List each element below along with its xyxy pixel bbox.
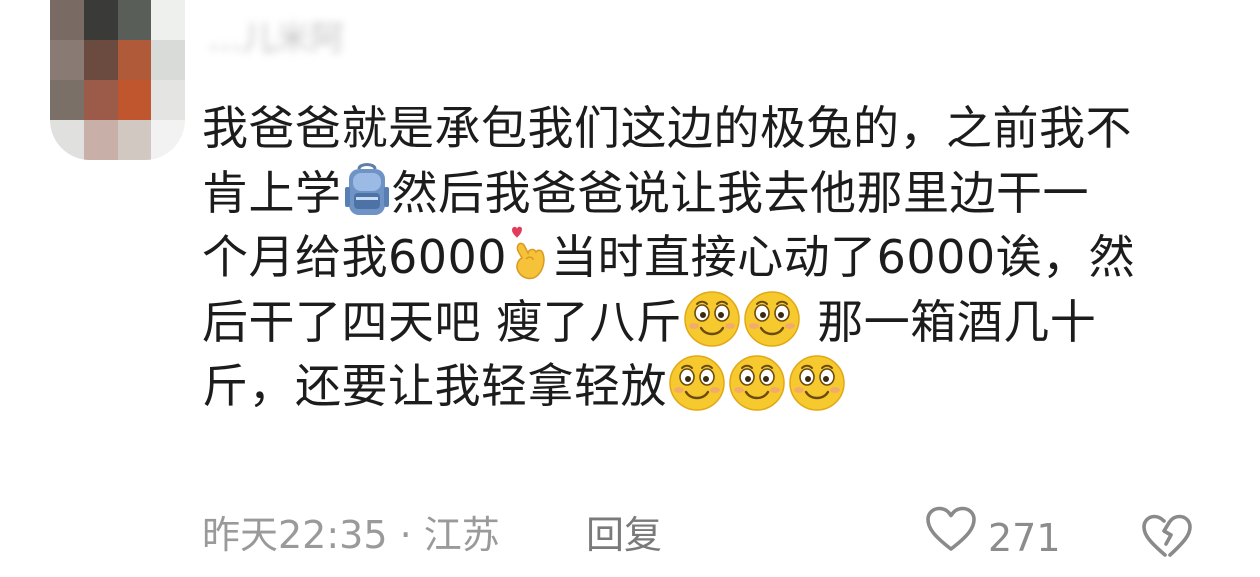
avatar-pixel	[83, 40, 118, 80]
comment-footer: 昨天22:35 · 江苏 回复 271	[202, 505, 1242, 565]
username[interactable]: …儿米阿	[208, 10, 418, 68]
avatar-pixel	[83, 80, 118, 120]
avatar-pixel	[117, 120, 152, 160]
avatar[interactable]	[50, 0, 185, 160]
smile-emoji	[728, 354, 786, 412]
avatar-pixel	[83, 0, 118, 40]
comment-text-segment: 肯上学	[202, 165, 342, 220]
smile-emoji	[743, 290, 801, 348]
smile-emoji	[788, 354, 846, 412]
avatar-pixel	[50, 40, 84, 80]
smile-emoji	[683, 290, 741, 348]
comment-text-segment: 后干了四天吧 瘦了八斤	[202, 294, 683, 349]
broken-heart-icon	[1140, 514, 1194, 568]
comment-text-segment: 斤，还要让我轻拿轻放	[202, 359, 667, 413]
comment-line: 斤，还要让我轻拿轻放	[202, 354, 1242, 419]
smile-emoji	[668, 354, 726, 412]
comment-location: 江苏	[423, 513, 500, 557]
comment-text[interactable]: 我爸爸就是承包我们这边的极兔的，之前我不 肯上学 然后我爸爸说让我去他那里边干一个…	[202, 96, 1242, 419]
avatar-pixel	[117, 40, 152, 80]
comment-line: 后干了四天吧 瘦了八斤 那一箱酒几十	[202, 290, 1242, 355]
comment-meta: 昨天22:35 · 江苏	[202, 505, 500, 565]
comment-text-segment: 那一箱酒几十	[802, 294, 1097, 349]
avatar-pixel	[83, 120, 118, 160]
avatar-pixel	[117, 80, 152, 120]
finger-heart-emoji	[508, 225, 550, 283]
meta-separator: ·	[387, 513, 424, 557]
avatar-pixel	[50, 80, 84, 120]
comment-text-segment: 当时直接心动了6000诶，然	[551, 230, 1136, 284]
comment-line: 我爸爸就是承包我们这边的极兔的，之前我不	[202, 96, 1242, 161]
heart-outline-icon	[924, 505, 978, 570]
dislike-button[interactable]	[1140, 513, 1194, 576]
reply-button[interactable]: 回复	[586, 505, 662, 565]
avatar-pixel	[151, 120, 185, 160]
avatar-pixel	[50, 120, 84, 160]
comment-text-segment: 个月给我6000	[202, 230, 508, 284]
comment-line: 个月给我6000 当时直接心动了6000诶，然	[202, 225, 1242, 290]
comment-time: 昨天22:35	[202, 513, 388, 557]
avatar-pixel	[151, 0, 185, 40]
avatar-pixel	[50, 0, 84, 40]
avatar-pixel	[117, 0, 152, 40]
comment-text-segment: 然后我爸爸说让我去他那里边干一	[391, 165, 1089, 220]
backpack-emoji	[343, 161, 391, 219]
avatar-pixel	[151, 80, 185, 120]
like-button[interactable]: 271	[924, 505, 1061, 570]
comment-text-segment: 我爸爸就是承包我们这边的极兔的，之前我不	[202, 101, 1132, 155]
like-count: 271	[988, 515, 1061, 560]
avatar-pixel	[151, 40, 185, 80]
comment-line: 肯上学 然后我爸爸说让我去他那里边干一	[202, 161, 1242, 226]
